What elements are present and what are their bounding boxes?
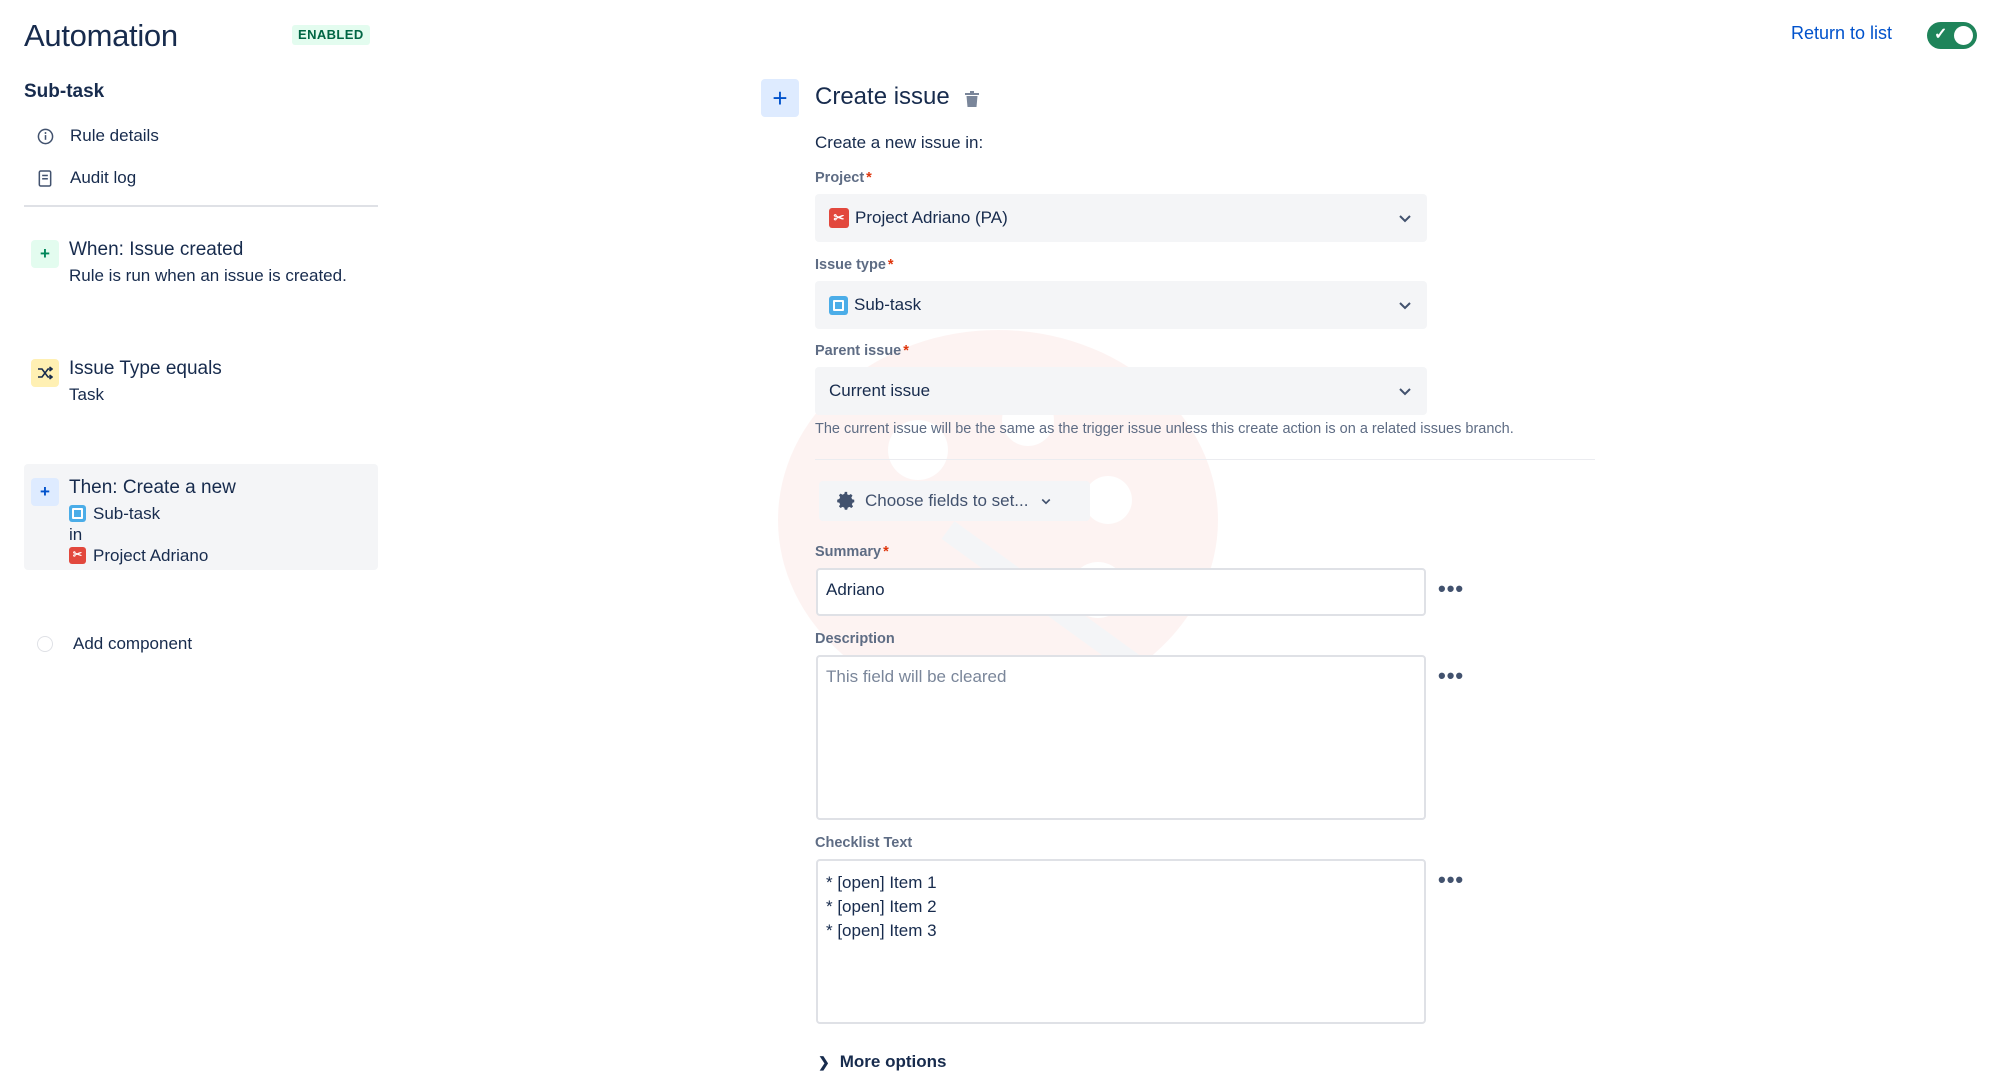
component-title: Then: Create a new — [69, 477, 236, 498]
component-title: Issue Type equals — [69, 358, 222, 379]
toggle-knob — [1954, 26, 1973, 45]
plus-icon: + — [31, 240, 59, 268]
issue-type-select[interactable]: Sub-task — [815, 281, 1427, 329]
sidebar-item-audit-log[interactable]: Audit log — [34, 165, 136, 191]
action-title: Create issue — [815, 83, 950, 110]
checklist-label: Checklist Text — [815, 835, 913, 851]
more-options-label: More options — [839, 1052, 947, 1071]
parent-issue-helper-text: The current issue will be the same as th… — [815, 421, 1514, 437]
return-to-list-link[interactable]: Return to list — [1791, 23, 1892, 44]
status-badge: ENABLED — [292, 25, 370, 45]
component-action-selected[interactable]: + Then: Create a new Sub-task in ✂ Proje… — [24, 464, 378, 570]
issue-type-label: Issue type * — [815, 257, 894, 273]
document-icon — [34, 167, 56, 189]
checklist-line: * [open] Item 2 — [826, 897, 937, 916]
shuffle-icon — [31, 359, 59, 387]
intro-text: Create a new issue in: — [815, 133, 984, 152]
section-divider — [815, 459, 1595, 460]
sidebar-item-label: Audit log — [70, 168, 137, 187]
chevron-right-icon: ❯ — [818, 1053, 830, 1070]
rule-enabled-toggle[interactable]: ✓ — [1927, 22, 1977, 49]
issue-type-value: Sub-task — [854, 295, 922, 314]
summary-input[interactable]: Adriano — [816, 568, 1426, 616]
checklist-line: * [open] Item 3 — [826, 921, 937, 940]
project-value: Project Adriano (PA) — [855, 208, 1008, 227]
subtask-icon — [69, 505, 86, 522]
checkmark-icon: ✓ — [1934, 26, 1948, 43]
component-trigger[interactable]: + When: Issue created Rule is run when a… — [24, 226, 378, 296]
plus-icon: + — [761, 79, 799, 117]
more-actions-icon[interactable]: ••• — [1438, 665, 1464, 687]
choose-fields-button[interactable]: Choose fields to set... — [819, 481, 1090, 521]
parent-issue-select[interactable]: Current issue — [815, 367, 1427, 415]
page-title: Automation — [24, 18, 178, 53]
description-label: Description — [815, 631, 895, 647]
circle-icon — [37, 636, 53, 652]
project-icon: ✂ — [69, 547, 86, 564]
plus-icon: + — [31, 478, 59, 506]
subtask-icon — [829, 295, 848, 315]
component-connector: in — [69, 525, 83, 544]
component-project: Project Adriano — [93, 546, 209, 565]
sidebar-item-rule-details[interactable]: Rule details — [34, 123, 159, 149]
description-textarea[interactable]: This field will be cleared — [816, 655, 1426, 820]
choose-fields-label: Choose fields to set... — [865, 491, 1029, 510]
chevron-down-icon — [1399, 388, 1411, 396]
chevron-down-icon — [1042, 498, 1051, 505]
more-options-toggle[interactable]: ❯ More options — [818, 1052, 946, 1072]
component-condition[interactable]: Issue Type equals Task — [24, 345, 378, 415]
rule-name: Sub-task — [24, 81, 105, 102]
info-icon — [34, 125, 56, 147]
chevron-down-icon — [1399, 215, 1411, 223]
parent-issue-value: Current issue — [829, 381, 931, 400]
add-component-label: Add component — [73, 634, 193, 653]
chevron-down-icon — [1399, 302, 1411, 310]
project-icon: ✂ — [829, 208, 849, 228]
more-actions-icon[interactable]: ••• — [1438, 578, 1464, 600]
add-component-button[interactable]: Add component — [34, 634, 192, 654]
summary-label: Summary * — [815, 544, 889, 560]
component-subtitle: Task — [69, 385, 104, 404]
component-issue-type: Sub-task — [93, 504, 161, 523]
sidebar-divider — [24, 205, 378, 207]
checklist-line: * [open] Item 1 — [826, 873, 937, 892]
more-actions-icon[interactable]: ••• — [1438, 869, 1464, 891]
sidebar-item-label: Rule details — [70, 126, 159, 145]
trash-icon[interactable] — [965, 91, 979, 107]
project-label: Project * — [815, 170, 872, 186]
checklist-textarea[interactable]: * [open] Item 1 * [open] Item 2 * [open]… — [816, 859, 1426, 1024]
project-select[interactable]: ✂ Project Adriano (PA) — [815, 194, 1427, 242]
component-title: When: Issue created — [69, 239, 244, 260]
parent-issue-label: Parent issue * — [815, 343, 909, 359]
component-subtitle: Rule is run when an issue is created. — [69, 266, 347, 285]
gear-icon — [837, 491, 855, 510]
